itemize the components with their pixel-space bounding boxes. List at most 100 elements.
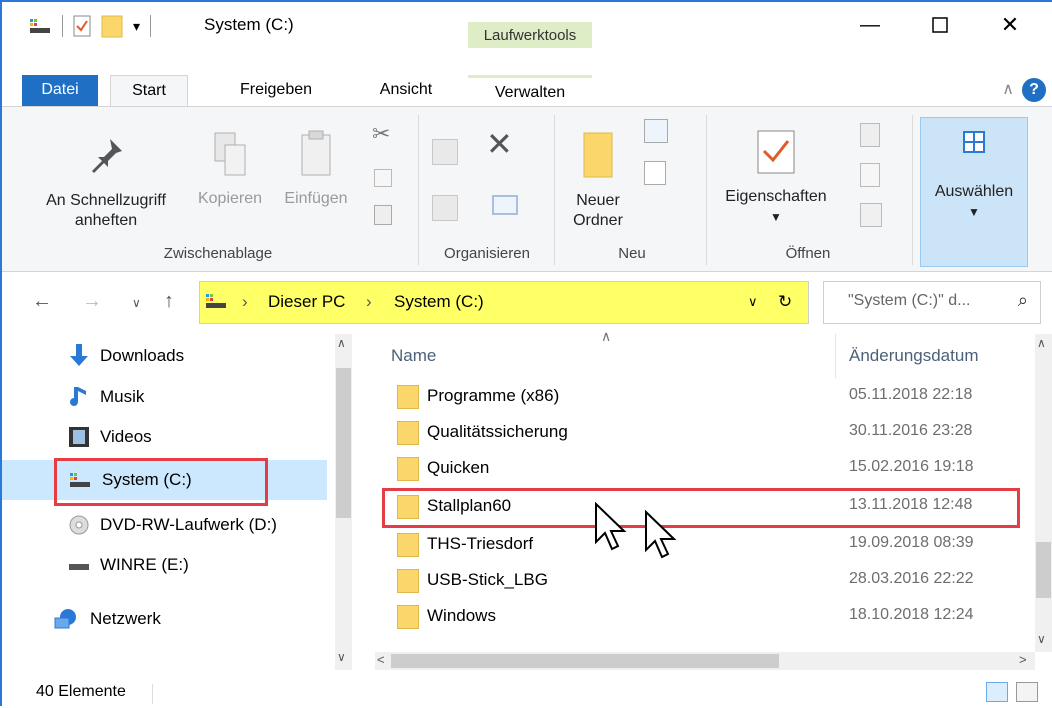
recent-locations-icon[interactable]: ∨ <box>132 296 141 310</box>
folder-icon <box>397 533 419 557</box>
edit-icon[interactable] <box>860 163 880 187</box>
horizontal-scrollbar-thumb[interactable] <box>391 654 779 668</box>
breadcrumb-separator-icon[interactable]: › <box>366 292 372 312</box>
column-header-name[interactable]: Name <box>391 346 436 366</box>
minimize-icon: — <box>860 13 880 36</box>
group-organize-label: Organisieren <box>444 245 530 262</box>
breadcrumb-system-c[interactable]: System (C:) <box>394 292 484 312</box>
new-folder-button[interactable]: Neuer Ordner <box>558 131 638 231</box>
qat-dropdown-icon[interactable]: ▾ <box>133 18 140 35</box>
open-icon[interactable] <box>860 123 880 147</box>
close-icon: ✕ <box>1000 12 1020 37</box>
back-icon[interactable]: ← <box>32 290 52 313</box>
breadcrumb-dieser-pc[interactable]: Dieser PC <box>268 292 345 312</box>
item-count: 40 Elemente <box>36 683 126 700</box>
scroll-up-icon[interactable]: ∧ <box>1037 336 1046 350</box>
dvd-icon <box>69 515 89 535</box>
tab-freigeben[interactable]: Freigeben <box>220 75 332 107</box>
nav-item-videos[interactable]: Videos <box>68 420 152 454</box>
horizontal-scrollbar[interactable]: < > <box>375 652 1035 670</box>
delete-icon[interactable]: ✕ <box>486 125 513 163</box>
nav-item-netzwerk[interactable]: Netzwerk <box>54 602 161 636</box>
maximize-button[interactable] <box>917 8 963 42</box>
new-item-icon[interactable] <box>644 119 668 143</box>
file-name: THS-Triesdorf <box>427 534 534 553</box>
tab-datei[interactable]: Datei <box>22 75 98 107</box>
properties-dropdown-icon: ▼ <box>770 210 782 224</box>
pin-quick-access-button[interactable]: An Schnellzugriff anheften <box>20 135 192 231</box>
address-bar[interactable]: › Dieser PC › System (C:) ∨ ↻ <box>199 281 809 324</box>
up-icon[interactable]: ↑ <box>164 290 174 313</box>
file-scrollbar-thumb[interactable] <box>1036 542 1051 598</box>
nav-item-downloads[interactable]: Downloads <box>68 339 184 373</box>
details-view-icon[interactable] <box>986 682 1008 702</box>
file-row[interactable]: Qualitätssicherung 30.11.2016 23:28 <box>375 416 1035 452</box>
properties-label: Eigenschaften <box>725 188 827 205</box>
history-icon[interactable] <box>860 203 882 227</box>
move-to-icon[interactable] <box>432 139 458 165</box>
paste-shortcut-icon[interactable] <box>374 205 392 225</box>
address-row: ← → ∨ ↑ › Dieser PC › System (C:) ∨ ↻ "S… <box>2 272 1052 334</box>
file-row[interactable]: THS-Triesdorf 19.09.2018 08:39 <box>375 528 1035 564</box>
paste-icon <box>301 130 331 176</box>
scroll-left-icon[interactable]: < <box>377 652 385 667</box>
rename-icon[interactable] <box>492 195 518 215</box>
minimize-button[interactable]: — <box>847 8 893 42</box>
file-row[interactable]: Programme (x86) 05.11.2018 22:18 <box>375 380 1035 416</box>
cut-icon[interactable]: ✂ <box>372 121 390 147</box>
file-row[interactable]: Windows 18.10.2018 12:24 <box>375 600 1035 636</box>
copy-path-icon[interactable] <box>374 169 392 187</box>
group-separator <box>554 115 555 265</box>
paste-button[interactable]: Einfügen <box>274 129 358 209</box>
help-icon[interactable]: ? <box>1022 78 1046 102</box>
column-divider <box>835 334 836 378</box>
properties-button[interactable]: Eigenschaften ▼ <box>708 129 844 227</box>
column-header-date[interactable]: Änderungsdatum <box>849 346 978 366</box>
select-button[interactable]: Auswählen ▼ <box>920 117 1028 267</box>
tab-start[interactable]: Start <box>110 75 188 107</box>
downloads-icon <box>70 344 88 366</box>
folder-icon <box>397 605 419 629</box>
collapse-ribbon-icon[interactable]: ∧ <box>1002 79 1014 99</box>
folder-icon <box>397 457 419 481</box>
nav-item-winre[interactable]: WINRE (E:) <box>68 548 189 582</box>
select-dropdown-icon: ▼ <box>968 205 980 219</box>
pin-icon <box>92 139 122 173</box>
nav-item-dvd-drive[interactable]: DVD-RW-Laufwerk (D:) <box>68 508 277 542</box>
nav-label: Videos <box>100 427 152 446</box>
search-input[interactable]: "System (C:)" d... ⌕ <box>823 281 1041 324</box>
nav-scrollbar-thumb[interactable] <box>336 368 351 518</box>
folder-icon <box>397 421 419 445</box>
easy-access-icon[interactable] <box>644 161 666 185</box>
file-row[interactable]: USB-Stick_LBG 28.03.2016 22:22 <box>375 564 1035 600</box>
ribbon-tabs: Datei Start Freigeben Ansicht Verwalten … <box>2 75 1052 107</box>
properties-check-icon[interactable] <box>73 15 91 37</box>
scroll-up-icon[interactable]: ∧ <box>337 336 346 350</box>
music-icon <box>70 387 86 406</box>
nav-item-musik[interactable]: Musik <box>68 380 144 414</box>
breadcrumb-separator-icon[interactable]: › <box>242 292 248 312</box>
copy-label: Kopieren <box>197 190 263 207</box>
file-row[interactable]: Quicken 15.02.2016 19:18 <box>375 452 1035 488</box>
large-icons-view-icon[interactable] <box>1016 682 1038 702</box>
group-separator <box>912 115 913 265</box>
tab-verwalten[interactable]: Verwalten <box>468 75 592 107</box>
copy-to-icon[interactable] <box>432 195 458 221</box>
qat-separator <box>62 15 63 37</box>
address-dropdown-icon[interactable]: ∨ <box>748 294 758 310</box>
quick-access-toolbar: ▾ <box>28 14 152 38</box>
drive-icon[interactable] <box>28 17 52 35</box>
tab-ansicht[interactable]: Ansicht <box>358 75 454 107</box>
scroll-down-icon[interactable]: ∨ <box>1037 632 1046 646</box>
new-folder-icon[interactable] <box>101 14 123 38</box>
pin-label-1: An Schnellzugriff <box>46 192 166 209</box>
refresh-icon[interactable]: ↻ <box>778 292 792 312</box>
forward-icon[interactable]: → <box>82 290 102 313</box>
copy-button[interactable]: Kopieren <box>188 131 272 209</box>
scroll-down-icon[interactable]: ∨ <box>337 650 346 664</box>
nav-scrollbar[interactable]: ∧ ∨ <box>335 334 352 670</box>
file-list-scrollbar[interactable]: ∧ ∨ <box>1035 334 1052 652</box>
context-tab-label: Laufwerktools <box>468 22 592 48</box>
close-button[interactable]: ✕ <box>987 8 1033 42</box>
scroll-right-icon[interactable]: > <box>1019 652 1027 667</box>
